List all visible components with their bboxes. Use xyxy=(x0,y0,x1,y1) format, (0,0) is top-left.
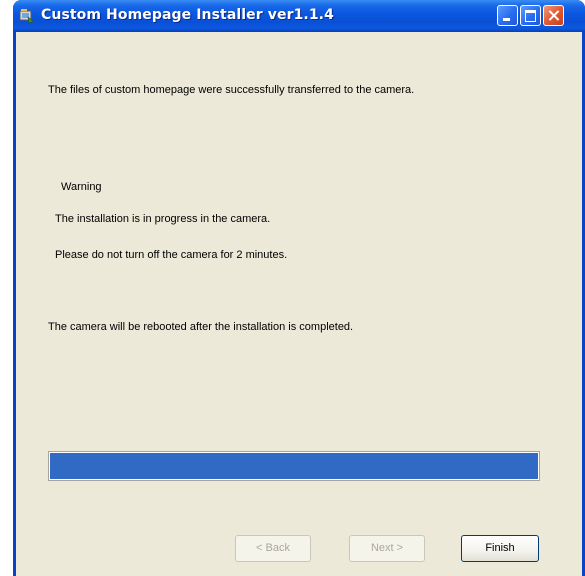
finish-button[interactable]: Finish xyxy=(461,535,539,562)
maximize-icon[interactable] xyxy=(520,5,541,26)
next-button[interactable]: Next > xyxy=(349,535,425,562)
installer-window: Custom Homepage Installer ver1.1.4 The f… xyxy=(13,0,585,576)
success-message: The files of custom homepage were succes… xyxy=(48,84,415,96)
warning-line-power: Please do not turn off the camera for 2 … xyxy=(55,249,288,261)
warning-line-progress: The installation is in progress in the c… xyxy=(55,213,271,225)
dialog-body: The files of custom homepage were succes… xyxy=(16,32,582,576)
back-button[interactable]: < Back xyxy=(235,535,311,562)
window-title: Custom Homepage Installer ver1.1.4 xyxy=(41,7,334,23)
installer-app-icon xyxy=(19,9,35,24)
installation-progress-bar xyxy=(48,451,540,481)
close-icon[interactable] xyxy=(543,5,564,26)
reboot-note: The camera will be rebooted after the in… xyxy=(48,321,354,333)
warning-heading: Warning xyxy=(61,181,102,193)
progress-fill xyxy=(50,453,538,479)
minimize-icon[interactable] xyxy=(497,5,518,26)
title-bar[interactable]: Custom Homepage Installer ver1.1.4 xyxy=(13,0,585,32)
